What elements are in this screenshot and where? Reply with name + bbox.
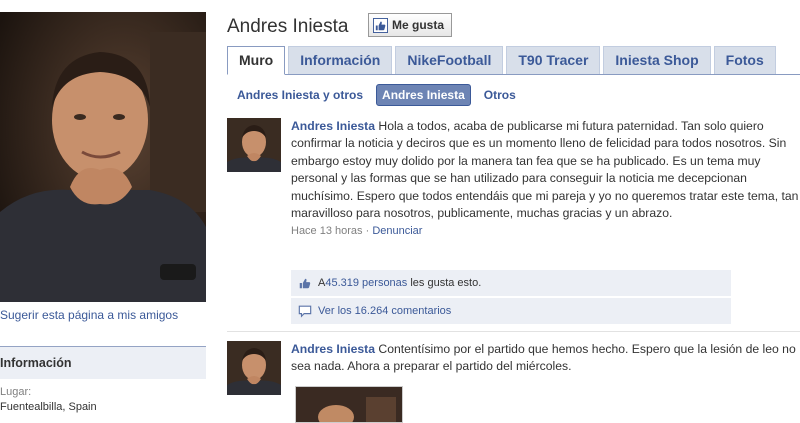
tab-t90-tracer[interactable]: T90 Tracer <box>506 46 601 74</box>
likes-count-link[interactable]: 45.319 personas <box>325 277 407 289</box>
post-meta: Hace 13 horas · Denunciar <box>291 223 800 240</box>
like-thumb-icon <box>299 278 311 289</box>
info-title: Información <box>0 346 206 379</box>
likes-row: A 45.319 personas les gusta esto. <box>291 270 731 296</box>
suggest-page-link[interactable]: Sugerir esta página a mis amigos <box>0 308 178 322</box>
avatar[interactable] <box>227 341 281 395</box>
filter-others[interactable]: Otros <box>479 85 521 105</box>
post-text: Hola a todos, acaba de publicarse mi fut… <box>291 119 799 221</box>
view-comments-link[interactable]: Ver los 16.264 comentarios <box>318 305 451 317</box>
tab-nikefootball[interactable]: NikeFootball <box>395 46 504 74</box>
likes-prefix: A <box>318 277 326 289</box>
right-column: Andres Iniesta Me gusta Muro Información… <box>227 0 800 423</box>
likes-suffix: les gusta esto. <box>407 277 482 289</box>
report-link[interactable]: Denunciar <box>372 225 422 237</box>
location-label: Lugar: <box>0 386 32 398</box>
info-box: Información Lugar: Fuentealbilla, Spain <box>0 346 206 423</box>
post-divider <box>227 331 800 332</box>
wall-post: Andres Iniesta Hola a todos, acaba de pu… <box>227 118 800 328</box>
tab-informacion[interactable]: Información <box>288 46 393 74</box>
comments-row: Ver los 16.264 comentarios <box>291 298 731 324</box>
post-body: Andres Iniesta Contentísimo por el parti… <box>291 341 800 376</box>
meta-separator: · <box>362 225 373 238</box>
like-button-label: Me gusta <box>392 18 445 32</box>
tab-fotos[interactable]: Fotos <box>713 46 776 74</box>
post-author[interactable]: Andres Iniesta <box>291 342 375 356</box>
profile-photo[interactable] <box>0 12 206 302</box>
post-attached-photo[interactable] <box>295 386 403 423</box>
filter-everyone[interactable]: Andres Iniesta y otros <box>232 85 368 105</box>
profile-name: Andres Iniesta <box>227 16 349 37</box>
comment-bubble-icon <box>298 305 312 318</box>
filter-page-only[interactable]: Andres Iniesta <box>376 84 471 106</box>
wall-filters: Andres Iniesta y otros Andres Iniesta Ot… <box>232 84 521 106</box>
tab-muro[interactable]: Muro <box>227 46 286 75</box>
avatar[interactable] <box>227 118 281 172</box>
left-column: Sugerir esta página a mis amigos Informa… <box>0 0 210 423</box>
profile-tabs: Muro Información NikeFootball T90 Tracer… <box>227 46 800 75</box>
like-thumb-icon <box>373 17 388 33</box>
like-page-button[interactable]: Me gusta <box>368 13 453 37</box>
location-value: Fuentealbilla, Spain <box>0 401 97 413</box>
tab-iniesta-shop[interactable]: Iniesta Shop <box>603 46 711 74</box>
post-time[interactable]: Hace 13 horas <box>291 225 363 237</box>
post-body: Andres Iniesta Hola a todos, acaba de pu… <box>291 118 800 241</box>
post-author[interactable]: Andres Iniesta <box>291 119 375 133</box>
